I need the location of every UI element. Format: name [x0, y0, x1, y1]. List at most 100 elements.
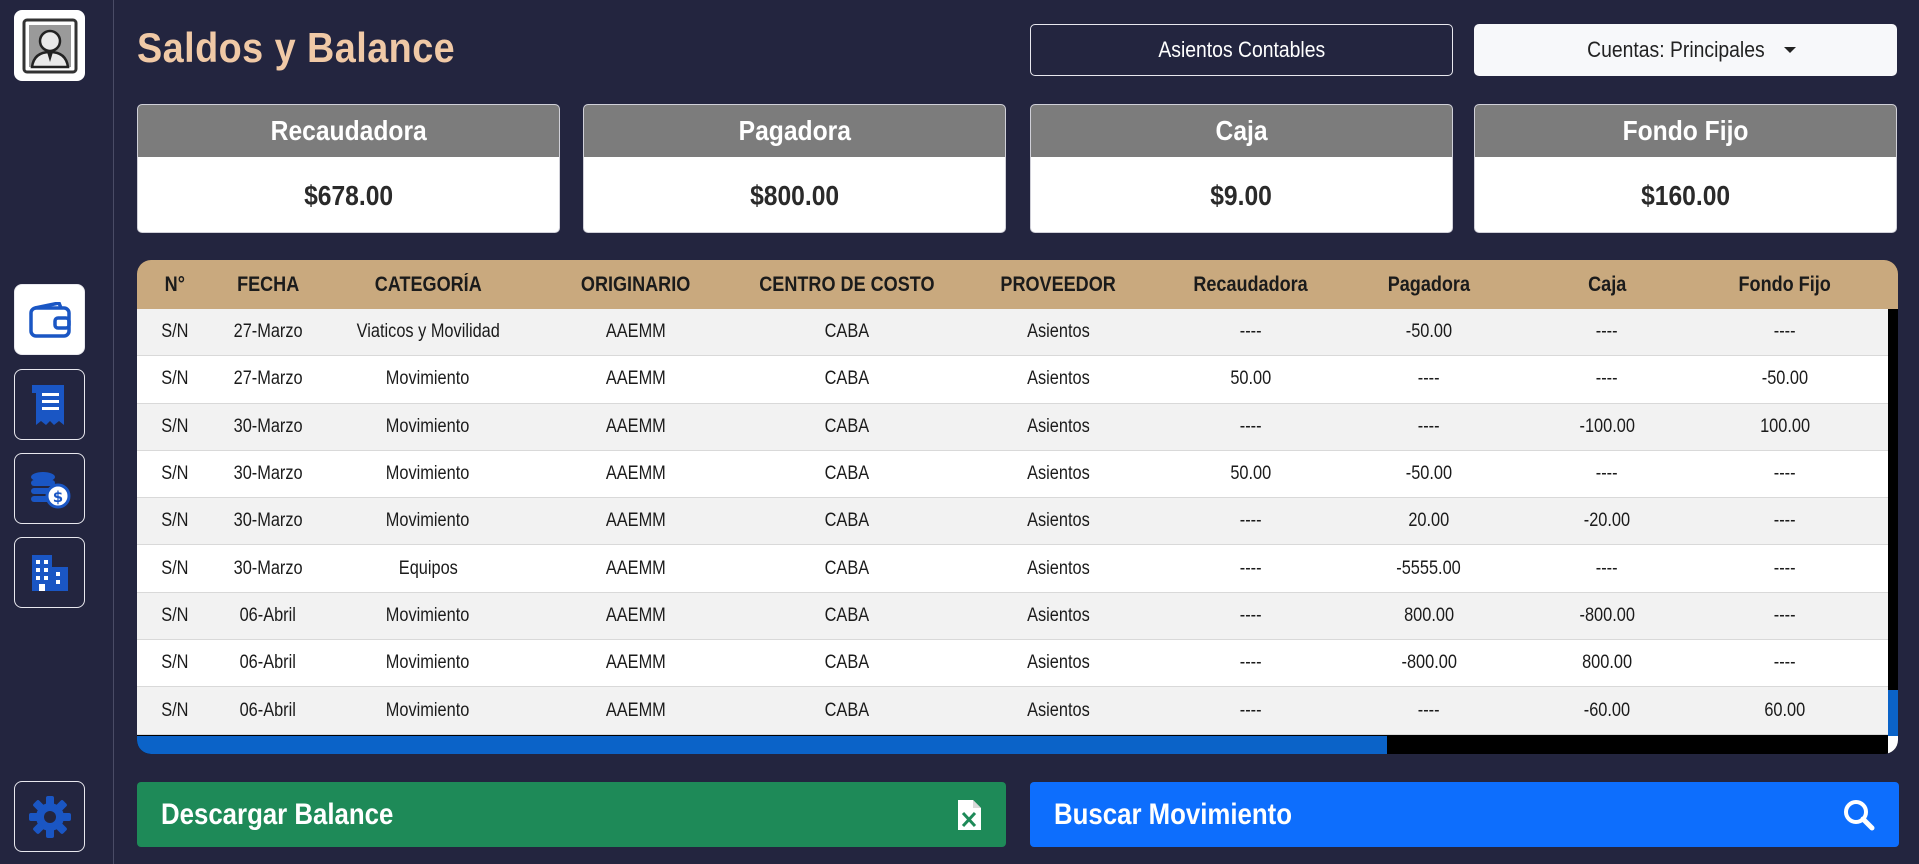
- vertical-scrollbar-thumb[interactable]: [1888, 690, 1898, 737]
- column-header-label: Caja: [1587, 272, 1627, 296]
- card-title: Recaudadora: [270, 115, 427, 146]
- column-header: CATEGORÍA: [324, 273, 532, 297]
- table-cell: AAEMM: [532, 558, 740, 580]
- column-header-label: Fondo Fijo: [1738, 272, 1832, 296]
- balance-card-recaudadora: Recaudadora $678.00: [137, 104, 560, 233]
- cuentas-dropdown[interactable]: Cuentas: Principales: [1474, 24, 1897, 76]
- table-cell-value: Equipos: [398, 557, 458, 579]
- table-cell: ----: [1696, 321, 1874, 343]
- table-cell-value: ----: [1774, 321, 1796, 343]
- table-cell: 20.00: [1340, 510, 1518, 532]
- column-header-label: Pagadora: [1387, 272, 1471, 296]
- table-cell-value: 60.00: [1764, 699, 1806, 721]
- table-cell-value: 06-Abril: [239, 699, 297, 721]
- download-balance-button[interactable]: Descargar Balance: [137, 782, 1006, 847]
- horizontal-scrollbar[interactable]: [137, 736, 1888, 754]
- table-cell-value: -20.00: [1583, 510, 1631, 532]
- table-cell: 60.00: [1696, 700, 1874, 722]
- user-avatar-button[interactable]: [14, 10, 85, 81]
- table-cell-value: CABA: [824, 604, 870, 626]
- table-cell-value: S/N: [160, 463, 189, 485]
- table-cell-value: AAEMM: [606, 557, 666, 579]
- table-cell: CABA: [740, 652, 954, 674]
- table-cell: 27-Marzo: [212, 368, 324, 390]
- table-cell: -100.00: [1518, 416, 1696, 438]
- column-header: CENTRO DE COSTO: [740, 273, 954, 297]
- table-row[interactable]: S/N 06-Abril Movimiento AAEMM CABA Asientos --…: [137, 640, 1888, 688]
- table-cell-value: Movimiento: [386, 699, 470, 721]
- column-header-label: PROVEEDOR: [1000, 272, 1116, 296]
- column-header-label: CATEGORÍA: [374, 272, 482, 296]
- table-cell: ----: [1518, 558, 1696, 580]
- table-row[interactable]: S/N 30-Marzo Movimiento AAEMM CABA Asientos --…: [137, 403, 1888, 451]
- sidebar-item-wallet[interactable]: [14, 284, 85, 355]
- table-cell: ----: [1340, 700, 1518, 722]
- table-cell-value: CABA: [824, 510, 870, 532]
- table-cell-value: S/N: [160, 510, 189, 532]
- table-cell: Asientos: [954, 463, 1162, 485]
- table-row[interactable]: S/N 30-Marzo Equipos AAEMM CABA Asientos ---- -…: [137, 545, 1888, 593]
- table-cell: Movimiento: [324, 368, 532, 390]
- column-header-label: CENTRO DE COSTO: [759, 272, 935, 296]
- table-cell: 06-Abril: [212, 652, 324, 674]
- table-cell-value: ----: [1596, 463, 1618, 485]
- asientos-contables-button[interactable]: Asientos Contables: [1030, 24, 1453, 76]
- table-cell-value: S/N: [160, 699, 189, 721]
- sidebar-item-buildings[interactable]: [14, 537, 85, 608]
- table-row[interactable]: S/N 27-Marzo Viaticos y Movilidad AAEMM CABA…: [137, 309, 1888, 357]
- card-value: $160.00: [1640, 179, 1731, 211]
- settings-button[interactable]: [14, 781, 85, 852]
- column-header: FECHA: [212, 273, 324, 297]
- table-cell: ----: [1518, 368, 1696, 390]
- table-row[interactable]: S/N 30-Marzo Movimiento AAEMM CABA Asientos --…: [137, 498, 1888, 546]
- search-icon: [1844, 799, 1875, 830]
- table-cell: ----: [1162, 605, 1340, 627]
- table-cell: S/N: [137, 558, 212, 580]
- table-cell-value: 30-Marzo: [233, 415, 303, 437]
- balance-card-fondo-fijo: Fondo Fijo $160.00: [1474, 104, 1897, 233]
- column-header-label: ORIGINARIO: [581, 272, 691, 296]
- card-title: Fondo Fijo: [1622, 115, 1749, 146]
- table-cell-value: ----: [1418, 699, 1440, 721]
- table-cell-value: ----: [1596, 557, 1618, 579]
- table-cell-value: 20.00: [1408, 510, 1450, 532]
- search-movement-button[interactable]: Buscar Movimiento: [1030, 782, 1899, 847]
- table-cell: CABA: [740, 368, 954, 390]
- column-header: ORIGINARIO: [532, 273, 740, 297]
- table-cell: S/N: [137, 368, 212, 390]
- table-cell-value: CABA: [824, 463, 870, 485]
- table-row[interactable]: S/N 06-Abril Movimiento AAEMM CABA Asientos --…: [137, 687, 1888, 735]
- table-cell: Movimiento: [324, 416, 532, 438]
- table-row[interactable]: S/N 27-Marzo Movimiento AAEMM CABA Asientos 50…: [137, 356, 1888, 404]
- table-cell: Asientos: [954, 558, 1162, 580]
- table-cell-value: 50.00: [1230, 463, 1272, 485]
- table-cell-value: -60.00: [1583, 699, 1631, 721]
- table-cell-value: -50.00: [1405, 321, 1453, 343]
- table-cell-value: AAEMM: [606, 415, 666, 437]
- table-cell: CABA: [740, 510, 954, 532]
- table-row[interactable]: S/N 06-Abril Movimiento AAEMM CABA Asientos --…: [137, 592, 1888, 641]
- table-cell: 30-Marzo: [212, 510, 324, 532]
- table-cell-value: -800.00: [1579, 604, 1635, 626]
- table-cell-value: S/N: [160, 415, 189, 437]
- table-cell-value: 30-Marzo: [233, 557, 303, 579]
- table-cell: Movimiento: [324, 700, 532, 722]
- table-cell-value: 30-Marzo: [233, 510, 303, 532]
- table-cell-value: CABA: [824, 415, 870, 437]
- sidebar-item-receipts[interactable]: [14, 369, 85, 440]
- table-cell: ----: [1340, 416, 1518, 438]
- sidebar-item-coins[interactable]: $: [14, 453, 85, 524]
- table-row[interactable]: S/N 30-Marzo Movimiento AAEMM CABA Asientos 50…: [137, 450, 1888, 499]
- table-cell: ----: [1162, 321, 1340, 343]
- table-cell-value: 50.00: [1230, 368, 1272, 390]
- table-cell: -50.00: [1340, 321, 1518, 343]
- table-cell: 30-Marzo: [212, 558, 324, 580]
- gear-icon: [28, 795, 71, 838]
- horizontal-scrollbar-thumb[interactable]: [137, 736, 1387, 754]
- table-cell-value: S/N: [160, 652, 189, 674]
- table-cell: AAEMM: [532, 368, 740, 390]
- table-cell-value: Movimiento: [386, 415, 470, 437]
- table-cell: Asientos: [954, 605, 1162, 627]
- table-cell: S/N: [137, 605, 212, 627]
- card-value: $800.00: [749, 179, 840, 211]
